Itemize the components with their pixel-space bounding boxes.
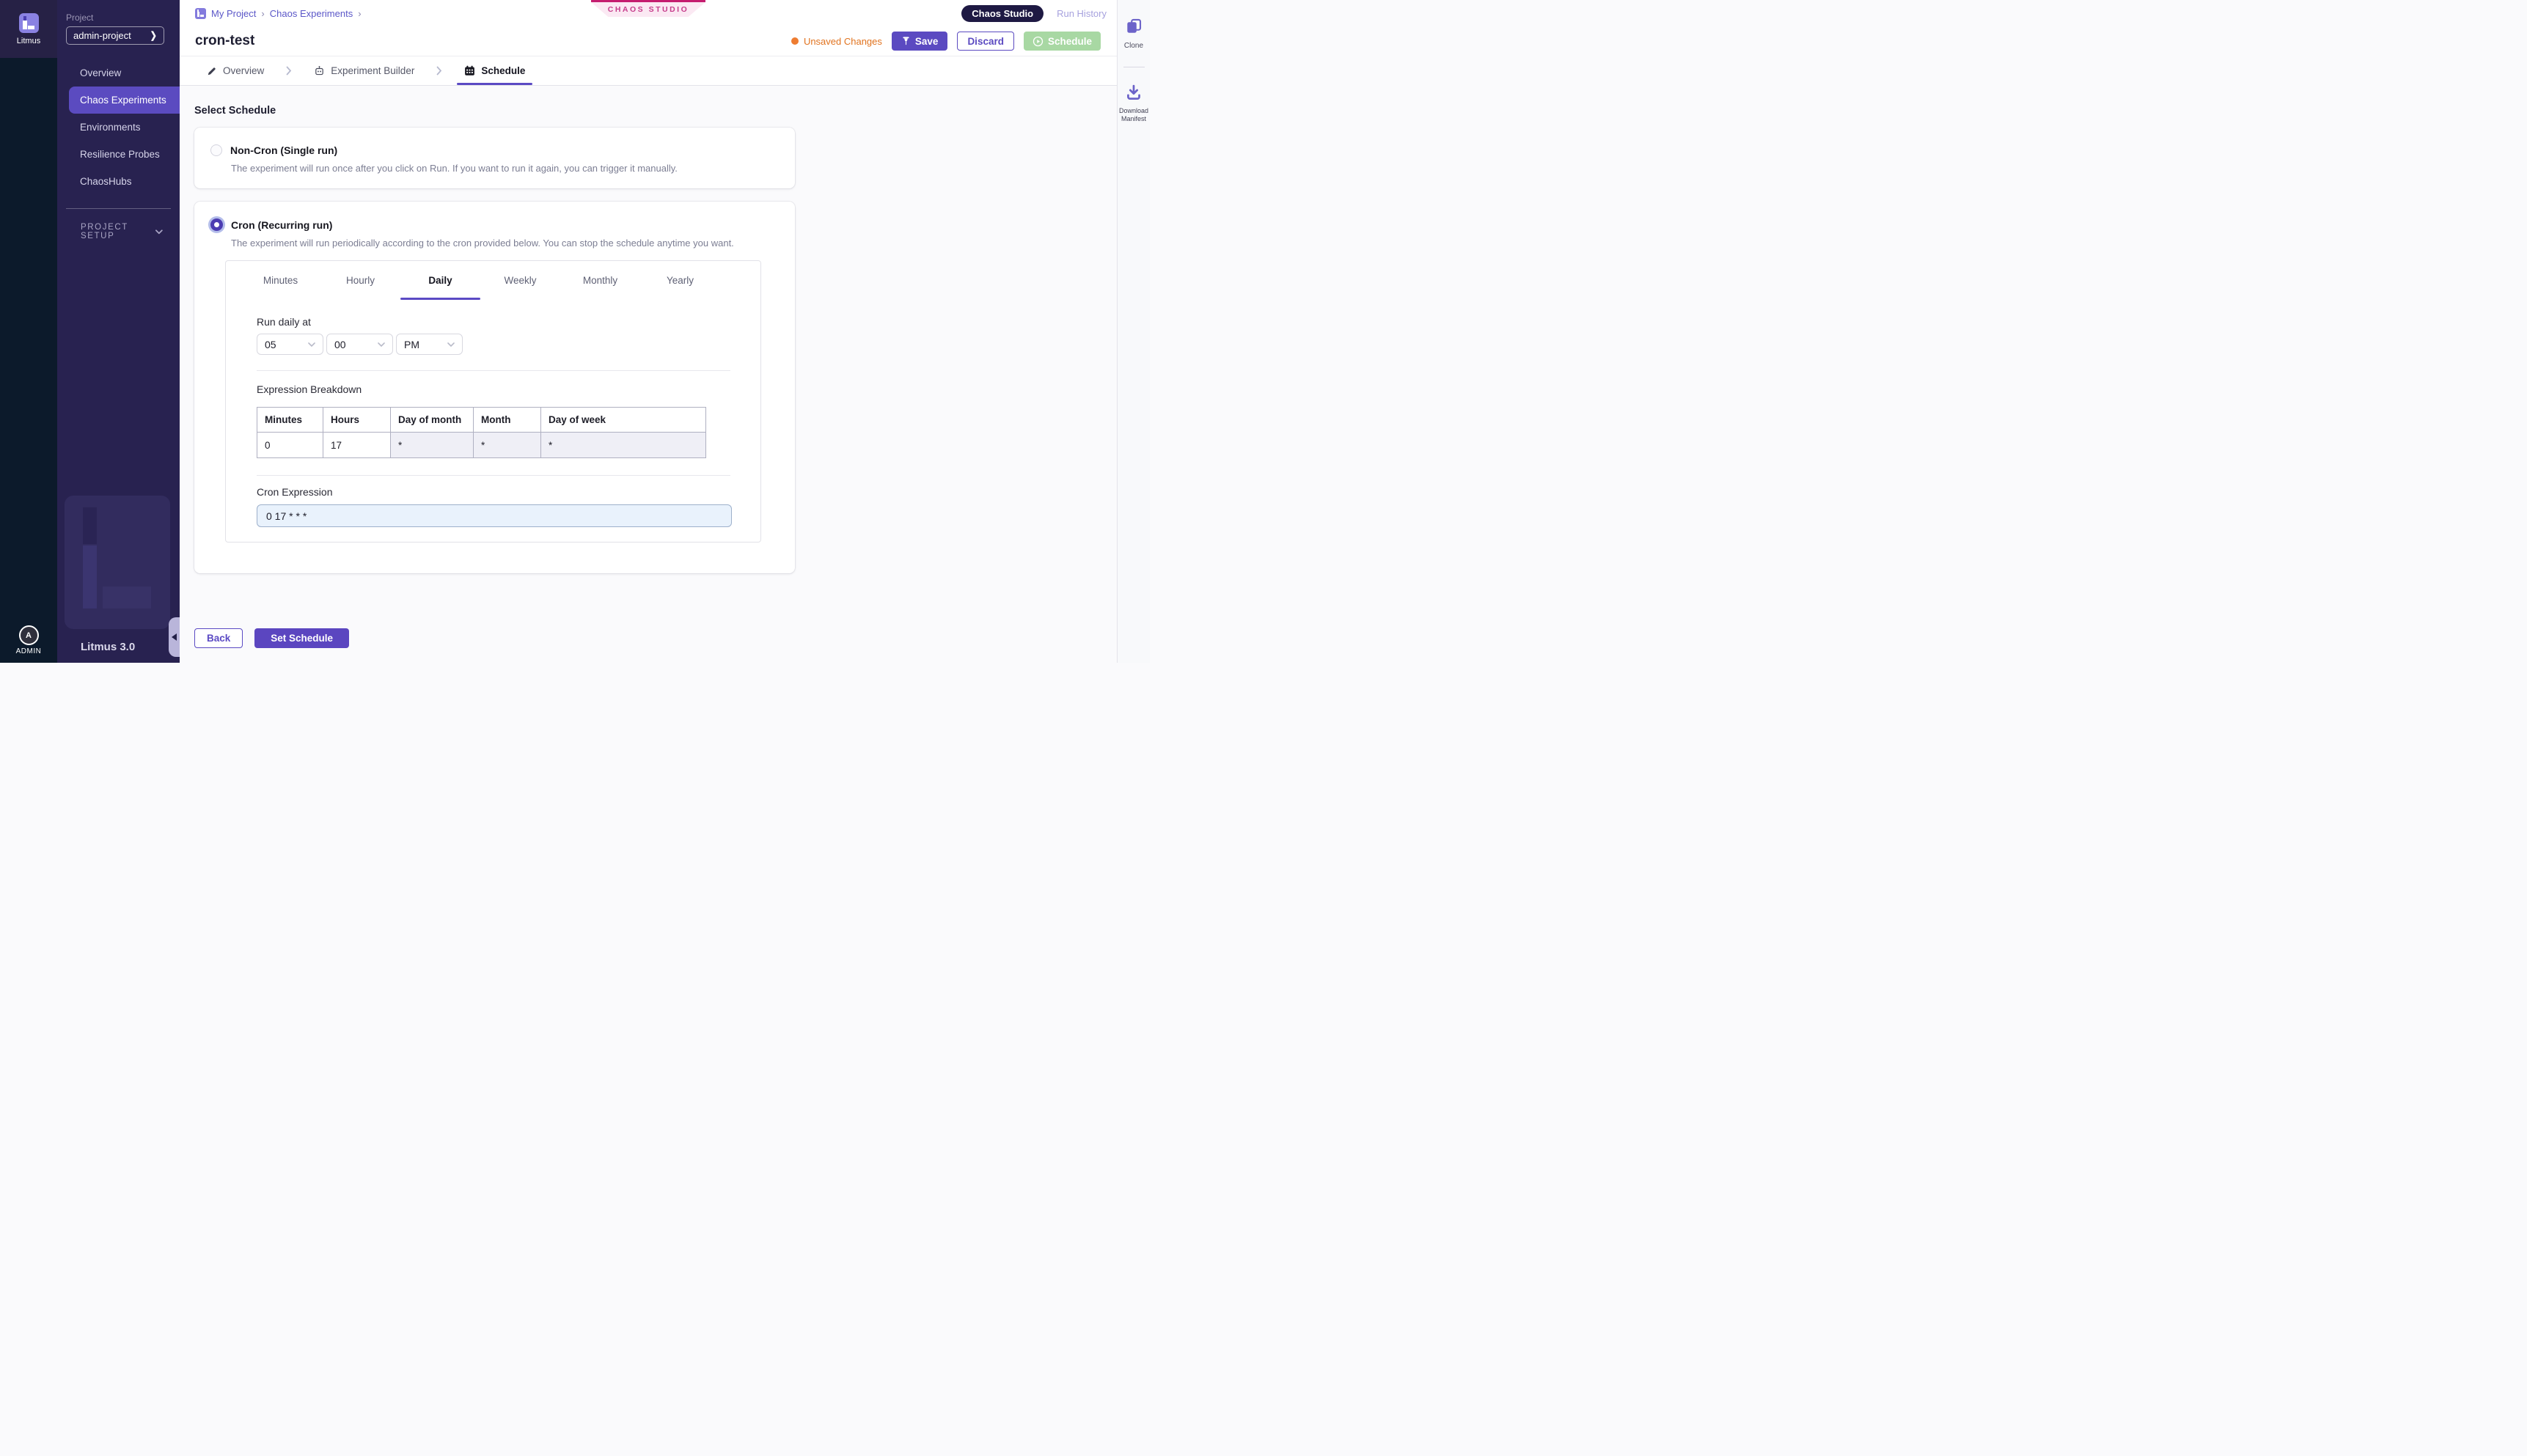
breadcrumb-separator: › <box>358 8 361 19</box>
sidebar-item-chaoshubs[interactable]: ChaosHubs <box>57 168 180 195</box>
chevron-down-icon <box>378 342 385 347</box>
sidebar-collapse-handle[interactable] <box>169 617 180 657</box>
breadcrumb-chaos-experiments[interactable]: Chaos Experiments <box>270 8 353 19</box>
collapse-arrow-icon <box>172 633 177 641</box>
unsaved-dot-icon <box>791 37 799 45</box>
pin-icon <box>901 36 911 46</box>
chevron-down-icon <box>308 342 315 347</box>
project-setup-expander[interactable]: PROJECT SETUP <box>57 223 180 240</box>
cron-tab-monthly[interactable]: Monthly <box>560 261 640 300</box>
project-select[interactable]: admin-project ❯ <box>66 26 164 45</box>
pencil-icon <box>207 66 217 76</box>
cron-tab-hourly[interactable]: Hourly <box>320 261 400 300</box>
sidebar: Project admin-project ❯ Overview Chaos E… <box>57 0 180 663</box>
project-label: Project <box>66 12 180 23</box>
chevron-down-icon <box>155 229 163 235</box>
unsaved-changes-status: Unsaved Changes <box>791 36 882 47</box>
sidebar-item-environments[interactable]: Environments <box>57 114 180 141</box>
version-label: Litmus 3.0 <box>81 641 135 653</box>
litmus-logo-icon <box>19 13 39 33</box>
expression-breakdown-label: Expression Breakdown <box>257 383 730 395</box>
cron-tab-daily[interactable]: Daily <box>400 261 480 300</box>
select-schedule-heading: Select Schedule <box>194 105 1117 117</box>
breadcrumb-my-project[interactable]: My Project <box>211 8 256 19</box>
sidebar-item-overview[interactable]: Overview <box>57 59 180 87</box>
builder-robot-icon <box>314 65 325 76</box>
clone-label[interactable]: Clone <box>1124 42 1143 50</box>
cron-title: Cron (Recurring run) <box>231 219 332 231</box>
cron-expression-label: Cron Expression <box>257 486 730 498</box>
table-header-row: Minutes Hours Day of month Month Day of … <box>257 408 706 433</box>
sidebar-item-chaos-experiments[interactable]: Chaos Experiments <box>69 87 180 114</box>
cron-tab-minutes[interactable]: Minutes <box>241 261 320 300</box>
right-toolbar: Clone Download Manifest <box>1117 0 1150 663</box>
cron-panel: Minutes Hourly Daily Weekly Monthly Year… <box>225 260 761 543</box>
cron-expression-input[interactable] <box>257 504 732 527</box>
play-circle-icon <box>1033 36 1044 47</box>
panel-divider <box>257 370 730 371</box>
clone-icon[interactable] <box>1126 18 1142 34</box>
cron-description: The experiment will run periodically acc… <box>231 238 779 249</box>
chevron-right-icon <box>436 66 442 76</box>
litmus-watermark <box>65 496 170 629</box>
set-schedule-button[interactable]: Set Schedule <box>254 628 349 648</box>
cron-card: Cron (Recurring run) The experiment will… <box>194 202 795 573</box>
discard-button[interactable]: Discard <box>957 32 1014 51</box>
save-button[interactable]: Save <box>892 32 948 51</box>
admin-label: ADMIN <box>16 647 42 655</box>
tab-overview[interactable]: Overview <box>195 56 276 85</box>
breadcrumb-logo-icon <box>195 8 206 19</box>
back-button[interactable]: Back <box>194 628 243 648</box>
cron-tab-weekly[interactable]: Weekly <box>480 261 560 300</box>
main-area: CHAOS STUDIO My Project › Chaos Experime… <box>180 0 1117 663</box>
litmus-logo-label: Litmus <box>17 37 40 45</box>
download-icon[interactable] <box>1126 84 1142 100</box>
chevron-right-icon <box>286 66 292 76</box>
expression-breakdown-table: Minutes Hours Day of month Month Day of … <box>257 407 706 458</box>
non-cron-description: The experiment will run once after you c… <box>231 163 779 174</box>
cron-tab-yearly[interactable]: Yearly <box>640 261 720 300</box>
download-manifest-label[interactable]: Download Manifest <box>1119 107 1148 124</box>
non-cron-radio[interactable] <box>210 144 222 156</box>
topbar: CHAOS STUDIO My Project › Chaos Experime… <box>180 0 1117 86</box>
breadcrumb-separator: › <box>261 8 264 19</box>
calendar-icon <box>464 65 475 76</box>
chaos-studio-toggle[interactable]: Chaos Studio <box>961 5 1044 22</box>
chevron-down-icon <box>447 342 455 347</box>
non-cron-card: Non-Cron (Single run) The experiment wil… <box>194 128 795 188</box>
project-select-value: admin-project <box>73 30 131 41</box>
chaos-studio-badge: CHAOS STUDIO <box>591 0 705 17</box>
run-history-toggle[interactable]: Run History <box>1057 8 1107 19</box>
meridiem-select[interactable]: PM <box>396 334 463 355</box>
litmus-logo-block: Litmus <box>0 0 57 58</box>
app-root: Litmus A ADMIN Project admin-project ❯ O… <box>0 0 1150 663</box>
sidebar-item-resilience-probes[interactable]: Resilience Probes <box>57 141 180 168</box>
left-rail: Litmus A ADMIN <box>0 0 57 663</box>
cron-radio[interactable] <box>210 218 223 231</box>
panel-divider <box>257 475 730 476</box>
minute-select[interactable]: 00 <box>326 334 393 355</box>
chevron-right-icon: ❯ <box>150 30 157 42</box>
schedule-button-disabled[interactable]: Schedule <box>1024 32 1101 51</box>
tab-schedule[interactable]: Schedule <box>452 56 537 85</box>
sidebar-divider <box>66 208 171 209</box>
page-title: cron-test <box>195 33 254 49</box>
tab-experiment-builder[interactable]: Experiment Builder <box>302 56 426 85</box>
hour-select[interactable]: 05 <box>257 334 323 355</box>
cron-tabbar: Minutes Hourly Daily Weekly Monthly Year… <box>226 261 760 300</box>
table-row: 0 17 * * * <box>257 433 706 458</box>
non-cron-title: Non-Cron (Single run) <box>230 144 337 156</box>
schedule-content: Select Schedule Non-Cron (Single run) Th… <box>180 86 1117 663</box>
avatar[interactable]: A <box>19 625 39 645</box>
run-daily-at-label: Run daily at <box>257 316 730 328</box>
